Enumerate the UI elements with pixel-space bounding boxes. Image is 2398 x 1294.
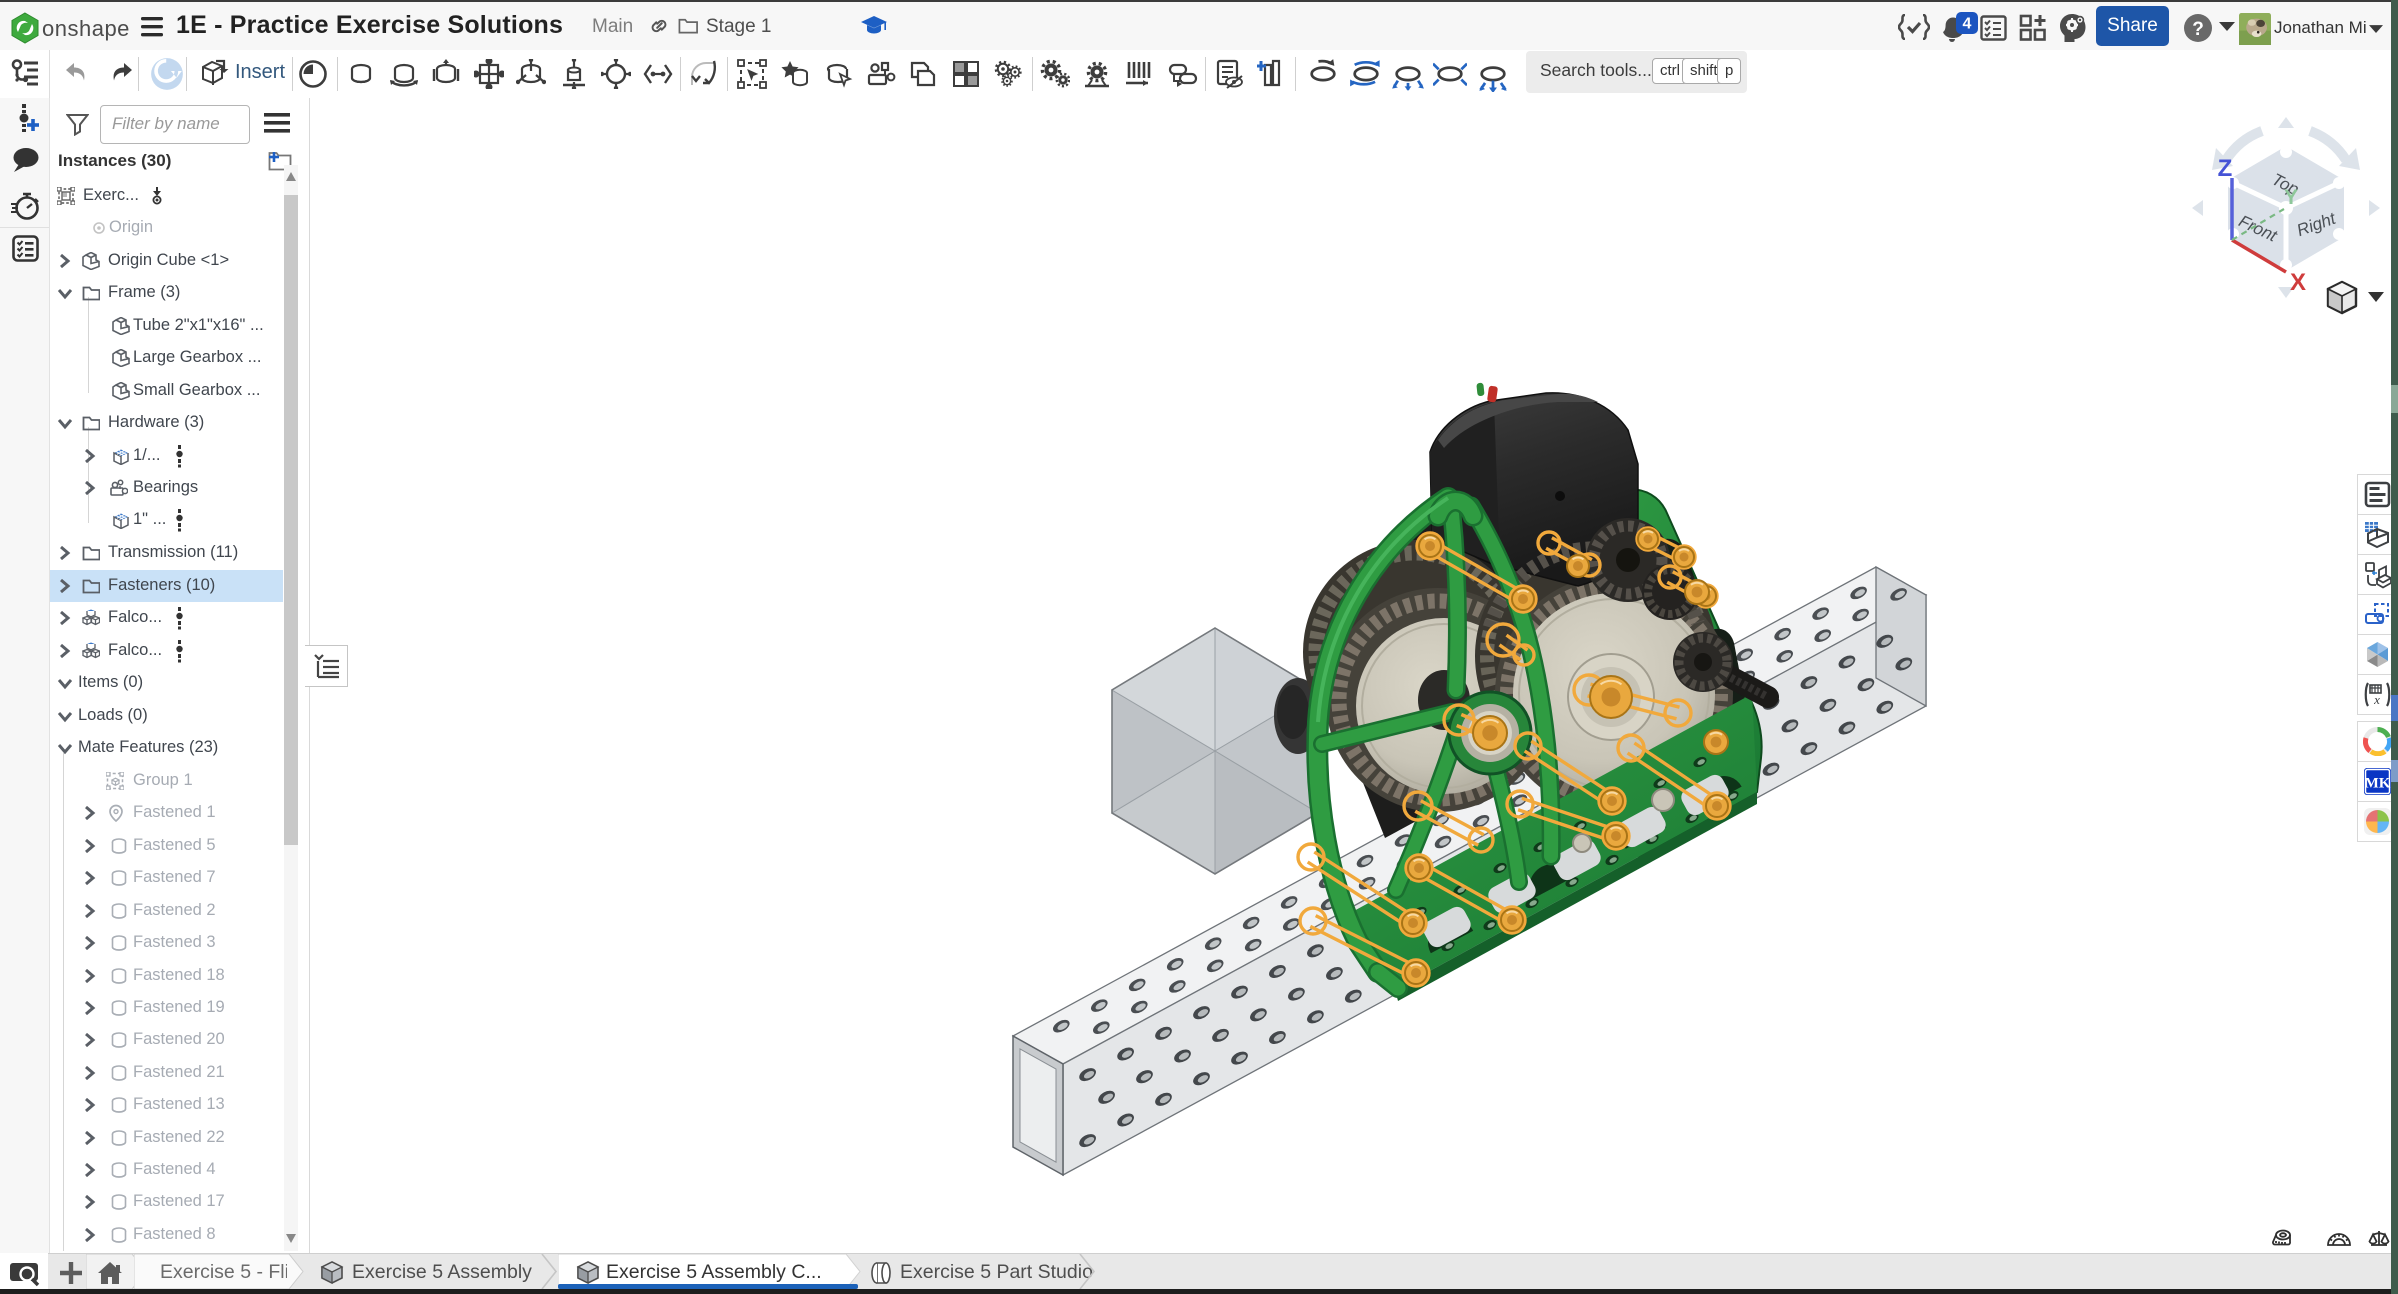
svg-text:MK: MK [2365,776,2391,792]
svg-text:?: ? [2192,19,2204,40]
svg-text:X: X [2290,269,2306,296]
svg-text:4: 4 [1963,16,1972,33]
svg-text:Y: Y [2284,186,2298,209]
svg-text:Z: Z [2218,155,2233,182]
svg-text:x: x [2373,692,2380,707]
